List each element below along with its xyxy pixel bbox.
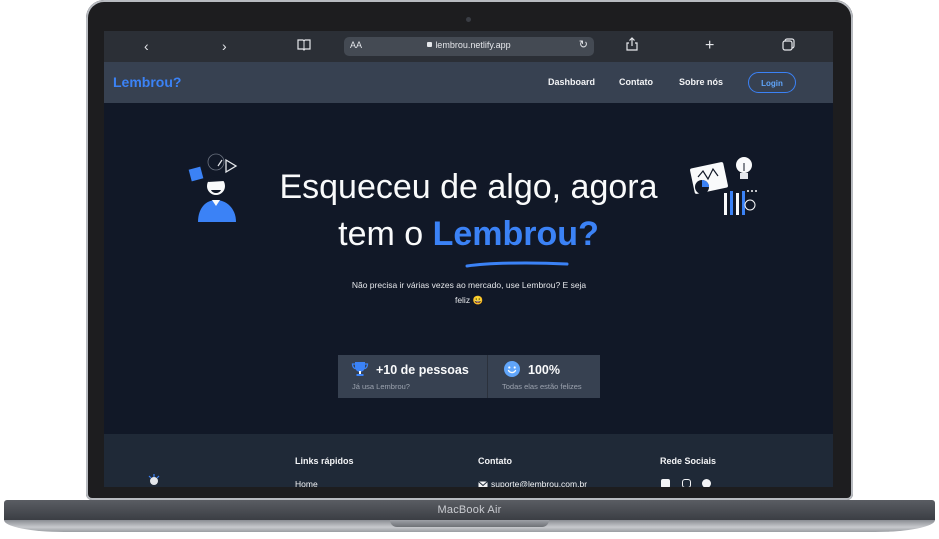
trophy-icon bbox=[351, 362, 369, 376]
instagram-icon[interactable] bbox=[682, 479, 691, 487]
back-icon[interactable]: ‹ bbox=[144, 37, 149, 55]
hero-subtitle-line2: feliz bbox=[454, 295, 471, 305]
reload-icon[interactable]: ↻ bbox=[579, 38, 588, 51]
address-bar[interactable]: AA lembrou.netlify.app ↻ bbox=[344, 37, 594, 56]
share-icon[interactable] bbox=[626, 37, 638, 55]
stat-users-label: Já usa Lembrou? bbox=[352, 382, 410, 391]
stat-users-value: +10 de pessoas bbox=[376, 363, 469, 377]
thinking-person-illustration bbox=[186, 152, 250, 222]
hero-title-line2-prefix: tem o bbox=[338, 215, 433, 253]
footer-contact-email[interactable]: suporte@lembrou.com.br bbox=[478, 479, 587, 487]
tabs-icon[interactable] bbox=[782, 37, 795, 55]
stats-panel: +10 de pessoas Já usa Lembrou? 100% Toda… bbox=[338, 355, 600, 398]
hero-title-line1: Esqueceu de algo, agora bbox=[279, 168, 658, 206]
nav-link-contato[interactable]: Contato bbox=[619, 77, 653, 87]
hero-subtitle-line1: Não precisa ir várias vezes ao mercado, … bbox=[351, 280, 587, 290]
footer-quick-links-heading: Links rápidos bbox=[295, 456, 354, 466]
hero-subtitle: Não precisa ir várias vezes ao mercado, … bbox=[334, 278, 604, 308]
site-footer: Links rápidos Home Contato suporte@lembr… bbox=[104, 434, 833, 487]
smile-icon bbox=[504, 361, 520, 377]
site-navbar: Lembrou? Dashboard Contato Sobre nós Log… bbox=[104, 62, 833, 103]
plus-icon[interactable]: + bbox=[705, 37, 714, 55]
stat-happy-value: 100% bbox=[528, 363, 560, 377]
ideas-illustration bbox=[688, 155, 760, 219]
footer-social-heading: Rede Sociais bbox=[660, 456, 717, 466]
stats-divider bbox=[487, 355, 488, 398]
footer-email-text: suporte@lembrou.com.br bbox=[491, 479, 588, 487]
book-icon[interactable] bbox=[297, 37, 311, 55]
title-underline bbox=[465, 261, 569, 268]
footer-link-home[interactable]: Home bbox=[295, 479, 318, 487]
footer-logo-icon bbox=[148, 474, 160, 485]
device-label: MacBook Air bbox=[437, 504, 502, 516]
stat-happy-label: Todas elas estão felizes bbox=[502, 382, 582, 391]
twitter-icon[interactable] bbox=[702, 479, 711, 487]
mail-icon bbox=[478, 480, 488, 487]
happy-emoji-icon: 😀 bbox=[472, 295, 484, 305]
url-text: lembrou.netlify.app bbox=[344, 40, 594, 50]
laptop-notch bbox=[390, 520, 549, 527]
brand-logo[interactable]: Lembrou? bbox=[113, 74, 181, 90]
camera bbox=[466, 17, 471, 22]
browser-toolbar: ‹ › AA lembrou.netlify.app ↻ + bbox=[104, 31, 833, 62]
facebook-icon[interactable] bbox=[661, 479, 670, 487]
nav-link-sobre-nos[interactable]: Sobre nós bbox=[679, 77, 723, 87]
nav-link-dashboard[interactable]: Dashboard bbox=[548, 77, 595, 87]
url-value: lembrou.netlify.app bbox=[435, 40, 511, 50]
footer-contact-heading: Contato bbox=[478, 456, 512, 466]
hero-title-accent: Lembrou? bbox=[432, 215, 599, 253]
hero-title: Esqueceu de algo, agora tem o Lembrou? bbox=[254, 164, 683, 258]
screen: ‹ › AA lembrou.netlify.app ↻ + Lembrou? … bbox=[104, 31, 833, 487]
forward-icon[interactable]: › bbox=[222, 37, 227, 55]
lock-icon bbox=[427, 42, 433, 47]
laptop-base: MacBook Air bbox=[0, 500, 939, 532]
login-button[interactable]: Login bbox=[748, 72, 796, 93]
